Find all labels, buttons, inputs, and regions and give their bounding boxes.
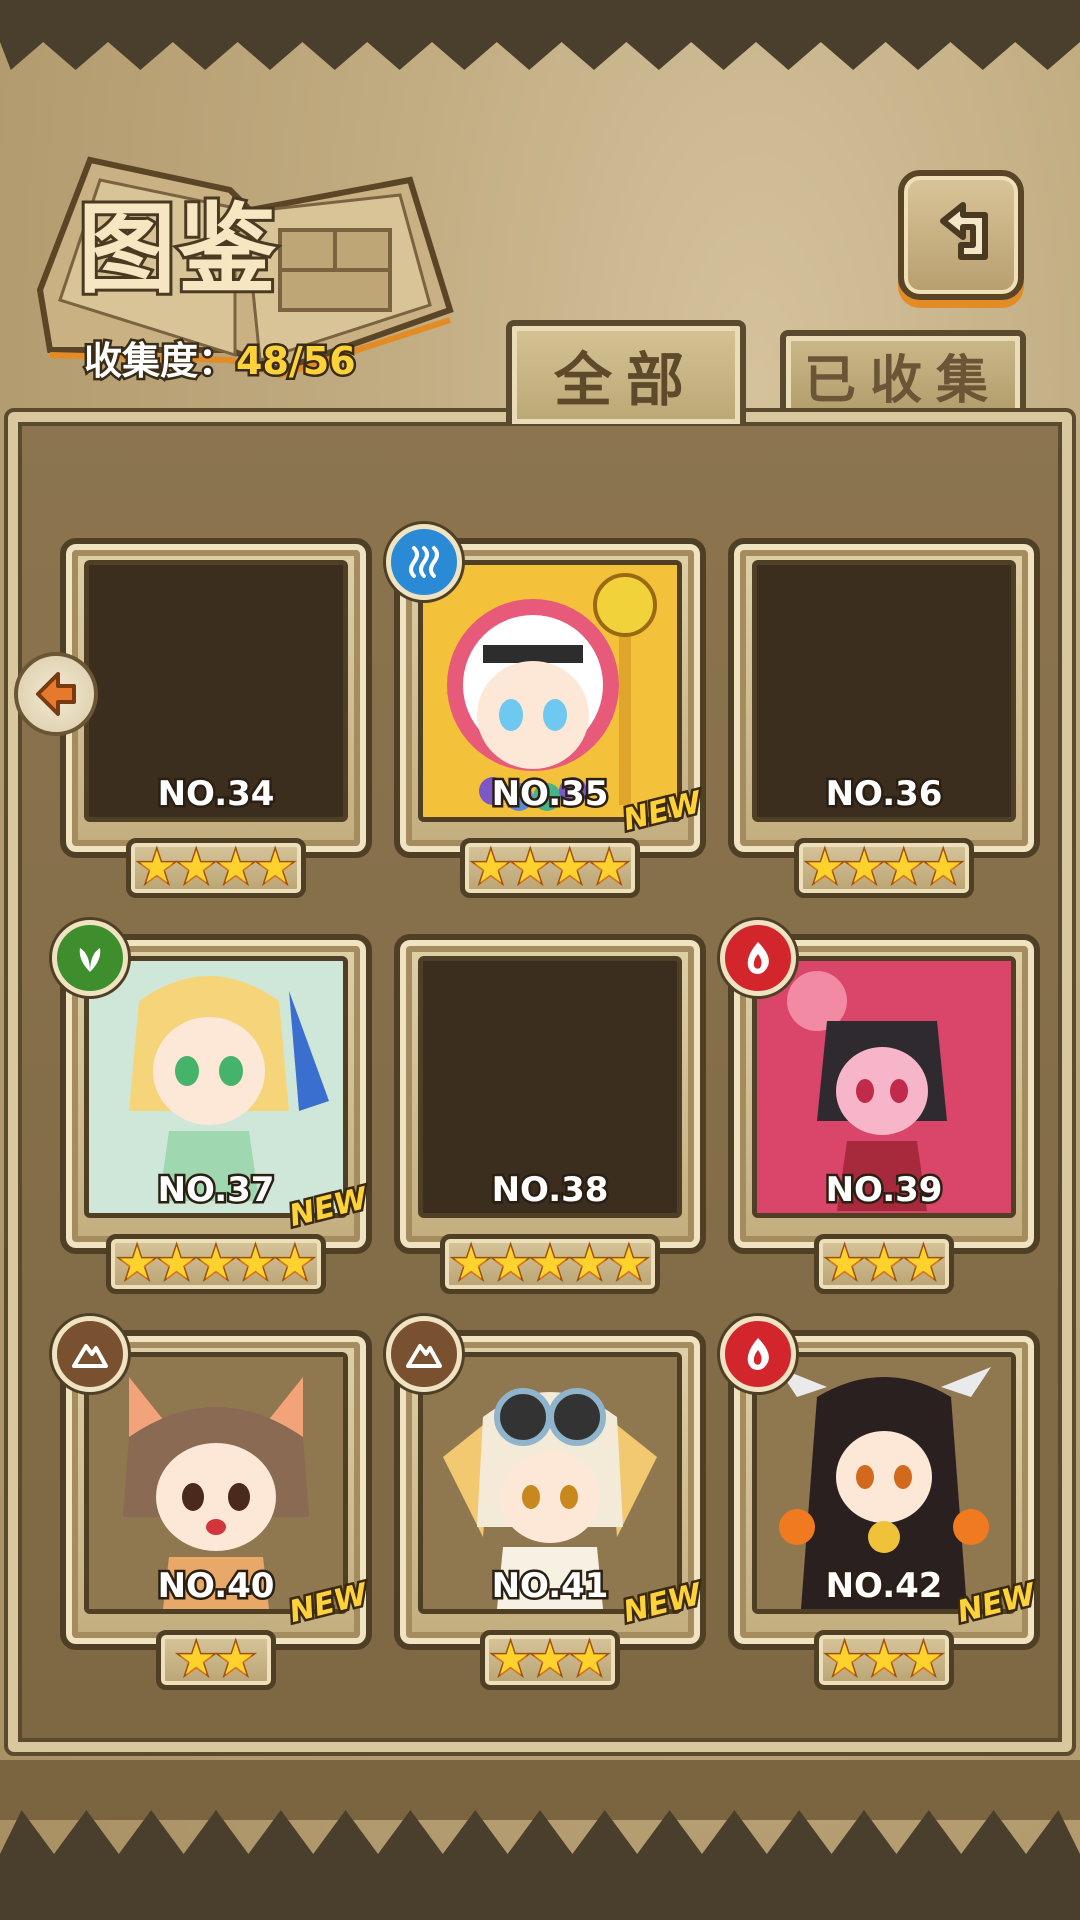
page-title: 图鉴	[75, 189, 279, 310]
monster-card[interactable]: NO.34 ★★★★	[60, 538, 372, 908]
star-icon: ★★★	[489, 1634, 610, 1685]
star-rating: ★★★	[814, 1234, 954, 1294]
card-number: NO.38	[489, 1168, 611, 1213]
card-number: NO.36	[823, 772, 945, 817]
star-rating: ★★★	[480, 1630, 620, 1690]
card-number: NO.39	[823, 1168, 945, 1213]
star-rating: ★★★★★	[440, 1234, 660, 1294]
collection-label: 收集度：	[81, 337, 238, 386]
tab-collected[interactable]: 已收集	[780, 330, 1026, 420]
arrow-left-icon	[36, 672, 76, 716]
back-button[interactable]	[898, 170, 1024, 300]
monster-card[interactable]: NO.42 NEW ★★★	[720, 1316, 1042, 1700]
collection-progress: 收集度：48/56	[81, 330, 359, 386]
star-icon: ★★★★★	[450, 1238, 650, 1289]
previous-page-button[interactable]	[14, 652, 98, 736]
bottom-border	[0, 1810, 1080, 1920]
monster-card[interactable]: NO.35 NEW ★★★★	[386, 524, 708, 908]
return-arrow-icon	[940, 202, 988, 260]
star-icon: ★★★★	[136, 842, 297, 893]
star-icon: ★★★	[823, 1238, 944, 1289]
star-rating: ★★★★	[126, 838, 306, 898]
monster-card[interactable]: NO.39 ★★★	[720, 920, 1040, 1304]
tab-all[interactable]: 全部	[506, 320, 746, 424]
monster-card[interactable]: NO.37 NEW ★★★★★	[52, 920, 374, 1304]
star-icon: ★★	[175, 1634, 257, 1685]
water-element-icon	[386, 524, 462, 600]
star-icon: ★★★★	[804, 842, 965, 893]
card-number: NO.34	[155, 772, 277, 817]
fire-element-icon	[720, 920, 796, 996]
star-rating: ★★★★	[794, 838, 974, 898]
star-icon: ★★★★	[470, 842, 631, 893]
top-border	[0, 0, 1080, 70]
monster-card[interactable]: NO.40 NEW ★★	[52, 1316, 374, 1700]
star-rating: ★★★	[814, 1630, 954, 1690]
star-rating: ★★	[156, 1630, 276, 1690]
collection-panel: NO.34 ★★★★ NO.35 NEW ★★★★ NO.36 ★★★★ NO.…	[4, 408, 1076, 1756]
star-icon: ★★★	[823, 1634, 944, 1685]
mountain-element-icon	[52, 1316, 128, 1392]
star-rating: ★★★★★	[106, 1234, 326, 1294]
monster-card[interactable]: NO.38 ★★★★★	[394, 934, 706, 1304]
star-rating: ★★★★	[460, 838, 640, 898]
mountain-element-icon	[386, 1316, 462, 1392]
monster-card[interactable]: NO.41 NEW ★★★	[386, 1316, 708, 1700]
monster-card[interactable]: NO.36 ★★★★	[728, 538, 1040, 908]
star-icon: ★★★★★	[116, 1238, 316, 1289]
leaf-element-icon	[52, 920, 128, 996]
fire-element-icon	[720, 1316, 796, 1392]
collection-value: 48/56	[234, 337, 359, 386]
